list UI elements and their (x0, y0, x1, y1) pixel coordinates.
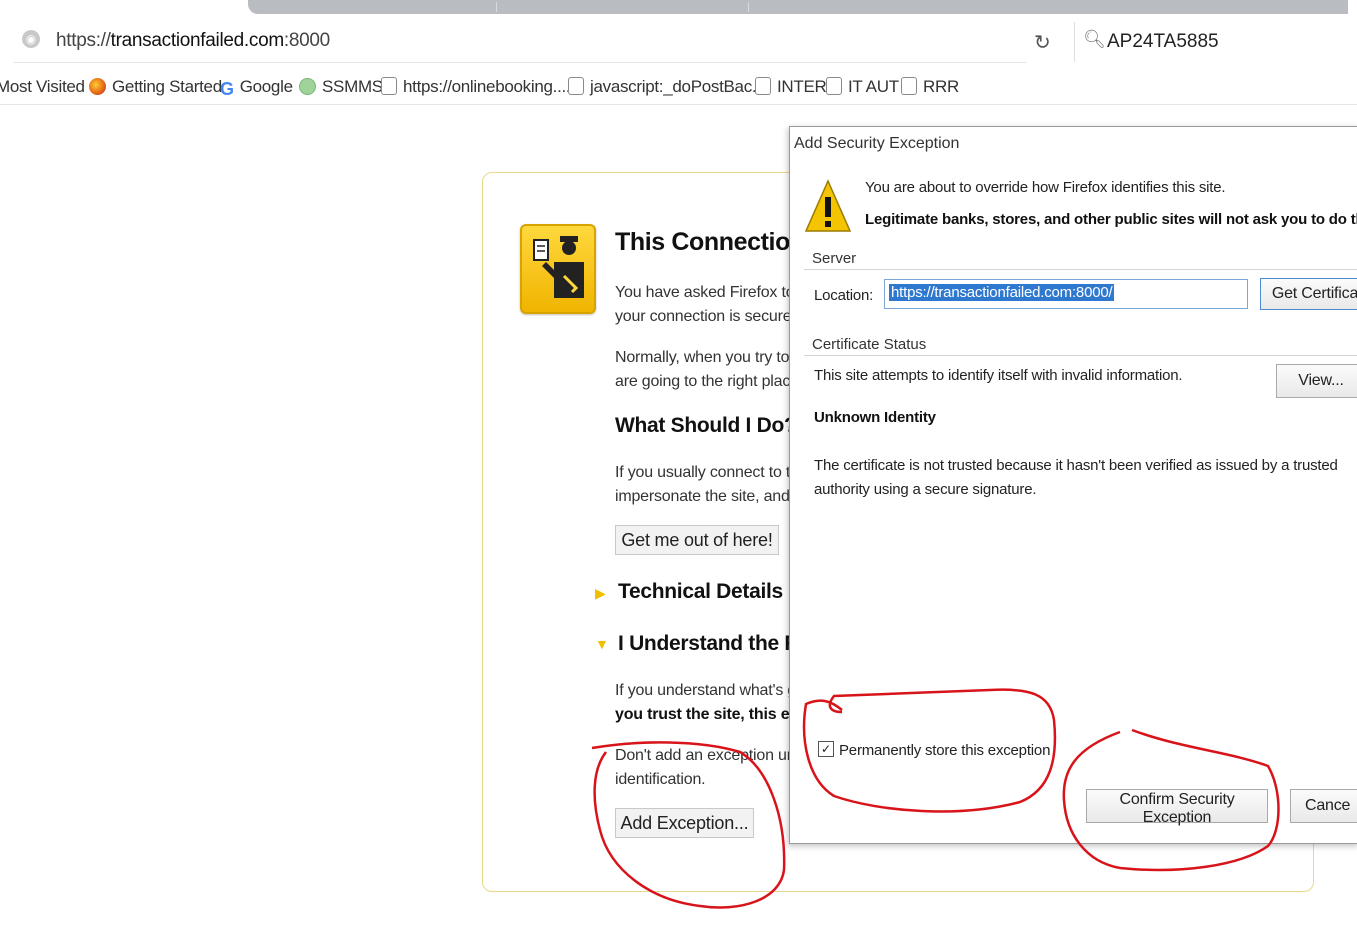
dialog-title: Add Security Exception (794, 135, 960, 152)
cancel-button[interactable]: Cance (1290, 789, 1357, 823)
normally-paragraph: Normally, when you try to c are going to… (615, 346, 815, 394)
site-identity-icon[interactable]: ◉ (22, 30, 40, 48)
warning-icon (804, 179, 852, 232)
permanently-store-checkbox[interactable]: ✓ (818, 741, 834, 757)
text-line: you trust the site, this erro (615, 706, 812, 723)
bookmark-label: javascript:_doPostBac... (590, 77, 766, 96)
text-line: If you usually connect to thi (615, 464, 803, 481)
add-exception-button[interactable]: Add Exception... (615, 808, 754, 838)
text-line: If you understand what's go (615, 682, 805, 699)
text-line: Don't add an exception unl (615, 747, 799, 764)
reload-icon[interactable]: ↻ (1034, 30, 1051, 55)
bookmark-it-aut[interactable]: IT AUT (826, 77, 899, 97)
tab-separator (748, 2, 749, 12)
tab-strip (248, 0, 1348, 14)
bookmark-label: Google (239, 77, 293, 96)
cert-status-group-label: Certificate Status (812, 336, 933, 353)
cert-status-group-border (804, 355, 1357, 356)
bookmark-google[interactable]: G Google (220, 77, 293, 100)
location-input[interactable]: https://transactionfailed.com:8000/ (884, 279, 1248, 309)
url-text[interactable]: https://transactionfailed.com:8000 (56, 30, 330, 52)
globe-icon (299, 78, 316, 95)
text-line: impersonate the site, and y (615, 488, 802, 505)
text-line: You have asked Firefox to c (615, 284, 807, 301)
view-certificate-button[interactable]: View... (1276, 364, 1357, 398)
unknown-identity-heading: Unknown Identity (814, 409, 936, 426)
collapse-triangle-icon[interactable]: ▼ (595, 636, 609, 652)
text-line: identification. (615, 771, 706, 788)
firefox-icon (89, 78, 106, 95)
server-group-border (804, 269, 1357, 270)
bookmark-label: SSMMS (322, 77, 383, 96)
bookmark-label: INTER (777, 77, 827, 96)
tab-separator (496, 2, 497, 12)
cert-status-text: This site attempts to identify itself wi… (814, 367, 1183, 384)
understand-risks-toggle[interactable]: I Understand the Ri (618, 632, 805, 656)
bookmark-getting-started[interactable]: Getting Started (89, 77, 222, 97)
page-icon (568, 77, 584, 95)
url-port: :8000 (283, 30, 330, 51)
search-icon: 🔍︎ (1083, 29, 1106, 49)
location-label: Location: (814, 287, 874, 304)
url-host: transactionfailed.com (110, 30, 285, 51)
bookmark-inter[interactable]: INTER (755, 77, 827, 97)
bookmark-label: IT AUT (848, 77, 899, 96)
url-bar[interactable]: ◉ https://transactionfailed.com:8000 (14, 22, 1026, 63)
url-prefix: https:// (56, 30, 111, 51)
warning-line-1: You are about to override how Firefox id… (865, 179, 1226, 196)
certificate-error-icon (520, 224, 596, 314)
technical-details-toggle[interactable]: Technical Details (618, 580, 783, 604)
bookmark-onlinebooking[interactable]: https://onlinebooking.... (381, 77, 571, 97)
search-text[interactable]: AP24TA5885 (1107, 31, 1219, 53)
bookmark-dopostback[interactable]: javascript:_doPostBac... (568, 77, 765, 97)
page-icon (901, 77, 917, 95)
permanently-store-label[interactable]: Permanently store this exception (839, 742, 1050, 759)
bookmark-label: RRR (923, 77, 959, 96)
warning-line-2: Legitimate banks, stores, and other publ… (865, 211, 1357, 228)
dont-add-paragraph: Don't add an exception unl identificatio… (615, 744, 815, 792)
unknown-identity-line-1: The certificate is not trusted because i… (814, 457, 1338, 474)
location-value: https://transactionfailed.com:8000/ (889, 284, 1115, 301)
usually-paragraph: If you usually connect to thi impersonat… (615, 461, 815, 509)
google-icon: G (220, 79, 234, 99)
text-line: Normally, when you try to c (615, 349, 802, 366)
bookmark-label: https://onlinebooking.... (403, 77, 571, 96)
get-certificate-button[interactable]: Get Certifica (1260, 278, 1357, 310)
text-line: your connection is secure. (615, 308, 796, 325)
confirm-security-exception-button[interactable]: Confirm Security Exception (1086, 789, 1268, 826)
page-title: This Connection (615, 228, 805, 256)
page-icon (755, 77, 771, 95)
text-line: are going to the right place (615, 373, 799, 390)
bookmark-ssmms[interactable]: SSMMS (299, 77, 383, 97)
understand-paragraph: If you understand what's go you trust th… (615, 679, 815, 727)
page-icon (826, 77, 842, 95)
what-should-heading: What Should I Do? (615, 414, 797, 437)
bookmark-most-visited[interactable]: Most Visited (0, 77, 85, 97)
page-icon (381, 77, 397, 95)
unknown-identity-line-2: authority using a secure signature. (814, 481, 1037, 498)
add-security-exception-dialog: Add Security Exception You are about to … (789, 126, 1357, 844)
get-me-out-button[interactable]: Get me out of here! (615, 525, 779, 555)
bookmark-label: Most Visited (0, 77, 85, 96)
bookmarks-toolbar: Most Visited Getting Started G Google SSM… (0, 72, 1357, 105)
bookmark-rrr[interactable]: RRR (901, 77, 959, 97)
intro-paragraph: You have asked Firefox to c your connect… (615, 281, 815, 329)
server-group-label: Server (812, 250, 863, 267)
expand-triangle-icon[interactable]: ▶ (595, 585, 606, 602)
bookmark-label: Getting Started (112, 77, 222, 96)
search-box[interactable]: 🔍︎ AP24TA5885 (1074, 22, 1351, 62)
